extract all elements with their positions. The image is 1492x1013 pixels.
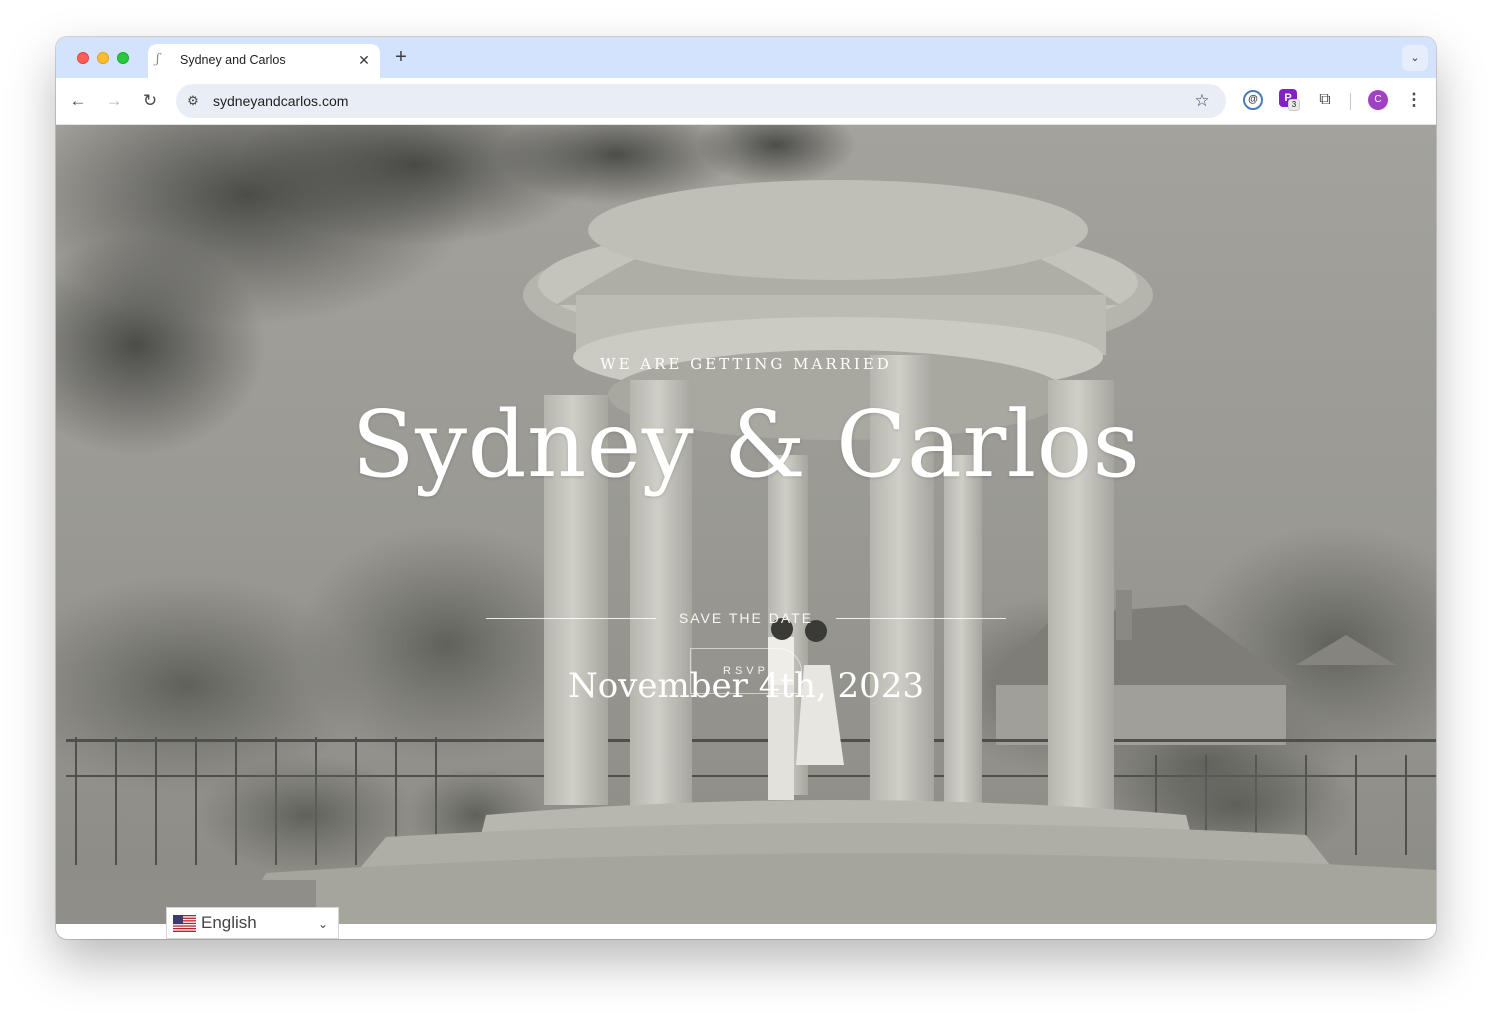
extension-password-icon[interactable]: @: [1243, 90, 1263, 110]
chevron-down-icon: ⌄: [317, 917, 329, 931]
language-selector[interactable]: English ⌄: [166, 907, 339, 939]
extensions-puzzle-icon[interactable]: ⧉: [1314, 89, 1336, 111]
rsvp-button[interactable]: RSVP: [690, 648, 802, 694]
site-info-icon[interactable]: ⚙: [184, 92, 202, 110]
hero-kicker: WE ARE GETTING MARRIED: [600, 355, 892, 373]
maximize-window-button[interactable]: [117, 52, 129, 64]
couple-names-heading: Sydney & Carlos: [351, 391, 1141, 498]
browser-window: ʃ Sydney and Carlos ✕ + ⌄ ← → ↻ ⚙ sydney…: [56, 37, 1436, 939]
monogram-icon: ʃ: [156, 52, 160, 67]
forward-button[interactable]: →: [102, 89, 126, 113]
close-tab-icon[interactable]: ✕: [356, 52, 372, 68]
hero-text-block: WE ARE GETTING MARRIED Sydney & Carlos S…: [56, 125, 1436, 924]
address-bar[interactable]: ⚙ sydneyandcarlos.com ☆: [176, 84, 1226, 118]
bookmark-star-icon[interactable]: ☆: [1192, 91, 1212, 111]
save-the-date-label: SAVE THE DATE: [678, 610, 814, 626]
web-page: WE ARE GETTING MARRIED Sydney & Carlos S…: [56, 125, 1436, 939]
profile-avatar[interactable]: C: [1368, 90, 1388, 110]
minimize-window-button[interactable]: [97, 52, 109, 64]
divider-left: [486, 618, 656, 619]
back-button[interactable]: ←: [66, 89, 90, 113]
language-label: English: [201, 913, 257, 932]
tab-search-button[interactable]: ⌄: [1402, 45, 1428, 71]
us-flag-icon: [173, 915, 196, 932]
reload-button[interactable]: ↻: [138, 89, 162, 113]
tab-title: Sydney and Carlos: [180, 53, 286, 67]
new-tab-button[interactable]: +: [390, 46, 412, 68]
tab-strip: ʃ Sydney and Carlos ✕ + ⌄: [56, 37, 1436, 78]
toolbar-divider: [1350, 93, 1351, 110]
close-window-button[interactable]: [77, 52, 89, 64]
url-text[interactable]: sydneyandcarlos.com: [213, 93, 348, 109]
browser-toolbar: ← → ↻ ⚙ sydneyandcarlos.com ☆ @ P 3 ⧉ C …: [56, 78, 1436, 125]
divider-right: [836, 618, 1006, 619]
extension-badge-count: 3: [1288, 99, 1300, 111]
browser-menu-icon[interactable]: ⋮: [1404, 89, 1424, 111]
tab-active[interactable]: ʃ Sydney and Carlos ✕: [148, 44, 380, 78]
